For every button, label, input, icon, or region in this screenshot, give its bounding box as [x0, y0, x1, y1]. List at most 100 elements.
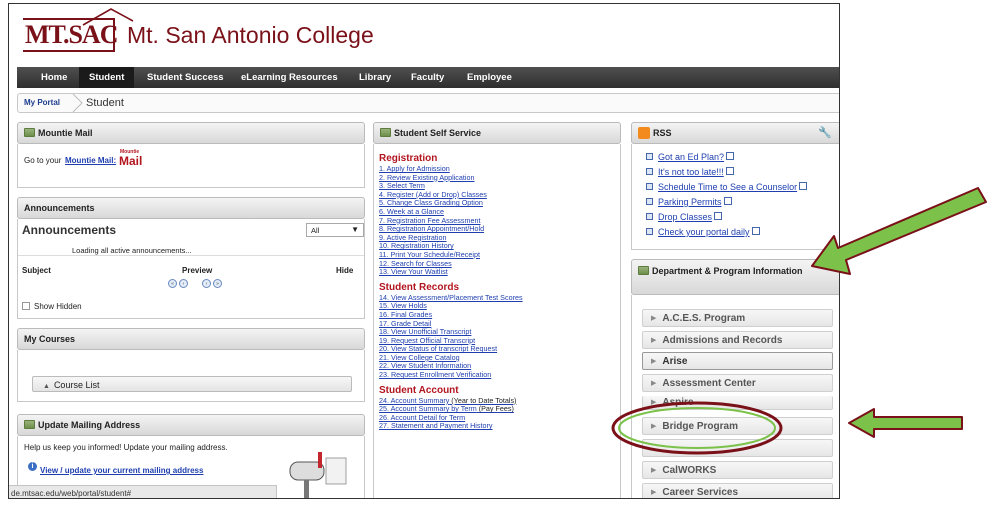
rss-item-parking[interactable]: Parking Permits [646, 197, 732, 207]
mountie-mail-header: Mountie Mail [17, 122, 365, 144]
course-list-toggle[interactable]: ▲ Course List [32, 376, 352, 392]
loading-text: Loading all active announcements... [72, 246, 192, 255]
bullet-icon [646, 153, 653, 160]
dept-item-arise[interactable]: ▶ Arise [642, 352, 833, 370]
highlight-oval [611, 401, 783, 455]
next-page-icon[interactable]: › [202, 279, 211, 288]
student-account-heading: Student Account [379, 384, 459, 396]
show-hidden-checkbox[interactable] [22, 302, 30, 310]
chevron-right-icon: ▶ [651, 358, 657, 365]
rss-item-label: Parking Permits [658, 197, 722, 207]
portlet-icon [24, 420, 35, 429]
nav-library[interactable]: Library [349, 67, 401, 88]
nav-student-success[interactable]: Student Success [137, 67, 234, 88]
mountie-mail-title: Mountie Mail [38, 128, 93, 138]
header: MT.SAC Mt. San Antonio College [9, 4, 839, 66]
first-page-icon[interactable]: « [168, 279, 177, 288]
rss-item-ed-plan[interactable]: Got an Ed Plan? [646, 152, 735, 162]
update-address-text: Help us keep you informed! Update your m… [24, 443, 228, 452]
my-courses-title: My Courses [24, 334, 76, 344]
mountie-mail-link[interactable]: Mountie Mail: [65, 156, 116, 165]
chevron-right-icon: ▶ [651, 489, 657, 496]
self-service-header: Student Self Service [373, 122, 621, 144]
rss-icon [638, 127, 650, 139]
rss-header: RSS 🔧 [631, 122, 839, 144]
rss-item-portal-daily[interactable]: Check your portal daily [646, 227, 760, 237]
update-address-header: Update Mailing Address [17, 414, 365, 436]
mountie-mail-body: Go to your Mountie Mail: Mountie Mail [17, 144, 365, 188]
show-hidden-label: Show Hidden [34, 302, 82, 311]
nav-faculty[interactable]: Faculty [401, 67, 454, 88]
department-title: Department & Program Information [652, 266, 803, 276]
dept-item-admissions[interactable]: ▶ Admissions and Records [642, 331, 833, 349]
status-bar-url: de.mtsac.edu/web/portal/student# [9, 485, 277, 498]
chevron-right-icon: ▶ [651, 467, 657, 474]
ss-link-view-waitlist[interactable]: 13. View Your Waitlist [379, 268, 620, 277]
nav-home[interactable]: Home [31, 67, 77, 88]
update-address-title: Update Mailing Address [38, 420, 141, 430]
mailbox-icon [289, 452, 347, 498]
rss-item-label: It's not too late!!! [658, 167, 724, 177]
mountie-logo-bottom: Mail [119, 154, 143, 168]
mountie-mail-text: Go to your [24, 156, 62, 165]
bullet-icon [646, 183, 653, 190]
last-page-icon[interactable]: » [213, 279, 222, 288]
external-link-icon [751, 227, 760, 235]
dept-item-calworks[interactable]: ▶ CalWORKS [642, 461, 833, 479]
pager: « ‹ › » [168, 279, 232, 289]
rss-item-drop-classes[interactable]: Drop Classes [646, 212, 723, 222]
prev-page-icon[interactable]: ‹ [179, 279, 188, 288]
nav-employee[interactable]: Employee [457, 67, 522, 88]
breadcrumb-home[interactable]: My Portal [24, 98, 60, 107]
dept-item-assessment[interactable]: ▶ Assessment Center [642, 374, 833, 392]
wrench-icon[interactable]: 🔧 [818, 126, 832, 139]
col-subject: Subject [22, 266, 51, 275]
breadcrumb-separator-icon [72, 94, 83, 112]
breadcrumb-current: Student [86, 97, 124, 109]
nav-elearning-resources[interactable]: eLearning Resources [231, 67, 348, 88]
dept-item-aces[interactable]: ▶ A.C.E.S. Program [642, 309, 833, 327]
announcements-heading: Announcements [22, 223, 117, 237]
ss-link-enrollment-verification[interactable]: 23. Request Enrollment Verification [379, 370, 620, 380]
college-name: Mt. San Antonio College [127, 22, 374, 48]
self-service-title: Student Self Service [394, 128, 482, 138]
mountie-mail-logo[interactable]: Mountie Mail [119, 149, 149, 169]
update-address-link[interactable]: View / update your current mailing addre… [40, 466, 203, 475]
rss-item-not-too-late[interactable]: It's not too late!!! [646, 167, 734, 177]
loading-row: Loading all active announcements... [18, 244, 364, 256]
self-service-body: Registration 1. Apply for Admission 2. R… [373, 144, 621, 498]
external-link-icon [726, 152, 735, 160]
my-courses-header: My Courses [17, 328, 365, 350]
ss-link-text: 27. Statement and Payment History [379, 421, 493, 431]
ss-link-note: (Pay Fees) [476, 404, 514, 414]
rss-title: RSS [653, 128, 672, 138]
rss-item-label: Schedule Time to See a Counselor [658, 182, 798, 192]
col-hide: Hide [336, 266, 354, 275]
college-logo[interactable]: MT.SAC [25, 20, 118, 50]
bullet-icon [646, 198, 653, 205]
bullet-icon [646, 228, 653, 235]
ss-link-statement-history[interactable]: 27. Statement and Payment History [379, 422, 620, 431]
announcements-header: Announcements [17, 197, 365, 219]
triangle-up-icon: ▲ [43, 383, 50, 390]
student-records-heading: Student Records [379, 281, 460, 293]
annotation-arrow-diagonal [811, 187, 987, 275]
announcement-filter-select[interactable]: All ▼ [306, 223, 364, 237]
dept-item-label: Admissions and Records [662, 335, 783, 346]
announcements-header-title: Announcements [24, 203, 95, 213]
bullet-icon [646, 213, 653, 220]
course-list-label: Course List [53, 380, 100, 390]
portlet-icon [638, 266, 649, 275]
registration-heading: Registration [379, 153, 438, 164]
bullet-icon [646, 168, 653, 175]
external-link-icon [723, 197, 732, 205]
portlet-icon [24, 128, 35, 137]
rss-item-label: Check your portal daily [658, 227, 750, 237]
dept-item-label: A.C.E.S. Program [662, 313, 746, 324]
col-preview: Preview [182, 266, 213, 275]
nav-student[interactable]: Student [79, 67, 135, 88]
external-link-icon [714, 212, 723, 220]
rss-item-label: Got an Ed Plan? [658, 152, 725, 162]
rss-item-counselor[interactable]: Schedule Time to See a Counselor [646, 182, 808, 192]
dept-item-career-services[interactable]: ▶ Career Services [642, 483, 833, 498]
